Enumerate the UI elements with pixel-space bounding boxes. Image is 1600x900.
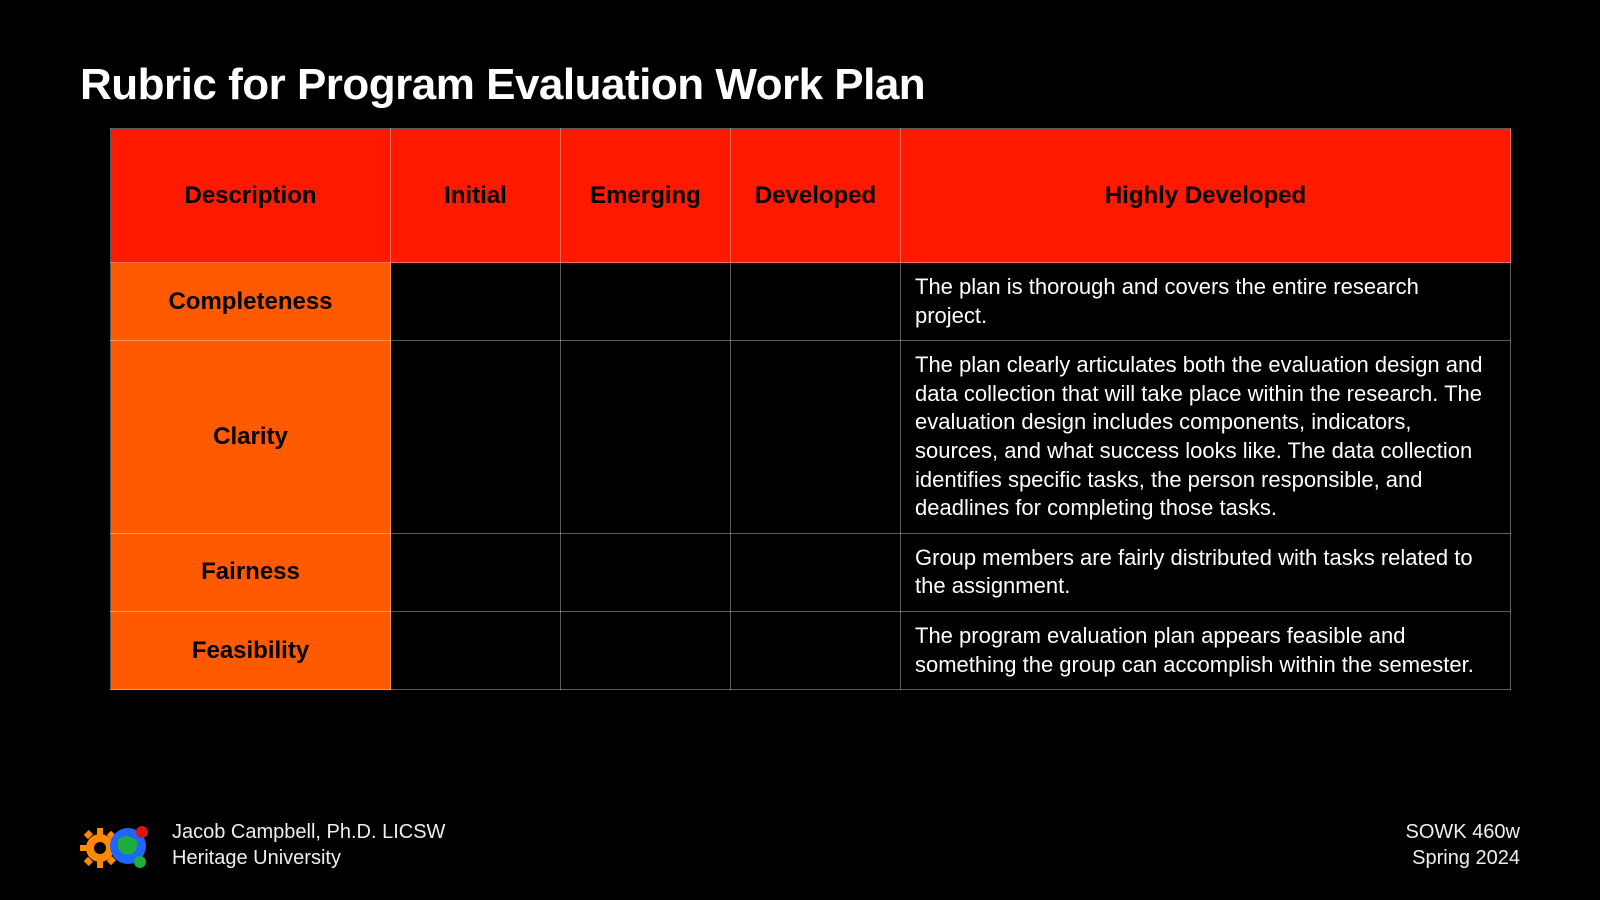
row-label-feasibility: Feasibility	[111, 611, 391, 689]
cell-empty	[731, 533, 901, 611]
table-header-row: Description Initial Emerging Developed H…	[111, 129, 1511, 263]
cell-highly-feasibility: The program evaluation plan appears feas…	[901, 611, 1511, 689]
table-row: Completeness The plan is thorough and co…	[111, 263, 1511, 341]
footer-right: SOWK 460w Spring 2024	[1406, 819, 1520, 871]
row-label-clarity: Clarity	[111, 341, 391, 534]
cell-empty	[731, 341, 901, 534]
footer-term: Spring 2024	[1406, 845, 1520, 871]
cell-highly-clarity: The plan clearly articulates both the ev…	[901, 341, 1511, 534]
col-header-description: Description	[111, 129, 391, 263]
table-row: Clarity The plan clearly articulates bot…	[111, 341, 1511, 534]
cell-highly-completeness: The plan is thorough and covers the enti…	[901, 263, 1511, 341]
page-title: Rubric for Program Evaluation Work Plan	[80, 60, 1520, 110]
row-label-completeness: Completeness	[111, 263, 391, 341]
cell-empty	[561, 533, 731, 611]
footer-author: Jacob Campbell, Ph.D. LICSW	[172, 819, 445, 845]
cell-empty	[561, 341, 731, 534]
table-row: Fairness Group members are fairly distri…	[111, 533, 1511, 611]
col-header-emerging: Emerging	[561, 129, 731, 263]
footer-course: SOWK 460w	[1406, 819, 1520, 845]
rubric-table: Description Initial Emerging Developed H…	[110, 128, 1511, 690]
slide: Rubric for Program Evaluation Work Plan …	[0, 0, 1600, 900]
col-header-highly: Highly Developed	[901, 129, 1511, 263]
cell-empty	[561, 263, 731, 341]
cell-highly-fairness: Group members are fairly distributed wit…	[901, 533, 1511, 611]
footer-left: Jacob Campbell, Ph.D. LICSW Heritage Uni…	[80, 818, 445, 872]
row-label-fairness: Fairness	[111, 533, 391, 611]
cell-empty	[391, 341, 561, 534]
cell-empty	[391, 611, 561, 689]
cell-empty	[731, 263, 901, 341]
cell-empty	[391, 533, 561, 611]
col-header-developed: Developed	[731, 129, 901, 263]
footer: Jacob Campbell, Ph.D. LICSW Heritage Uni…	[80, 818, 1520, 872]
table-row: Feasibility The program evaluation plan …	[111, 611, 1511, 689]
cell-empty	[391, 263, 561, 341]
footer-org: Heritage University	[172, 845, 445, 871]
cell-empty	[561, 611, 731, 689]
logo-icon	[80, 818, 158, 872]
col-header-initial: Initial	[391, 129, 561, 263]
cell-empty	[731, 611, 901, 689]
